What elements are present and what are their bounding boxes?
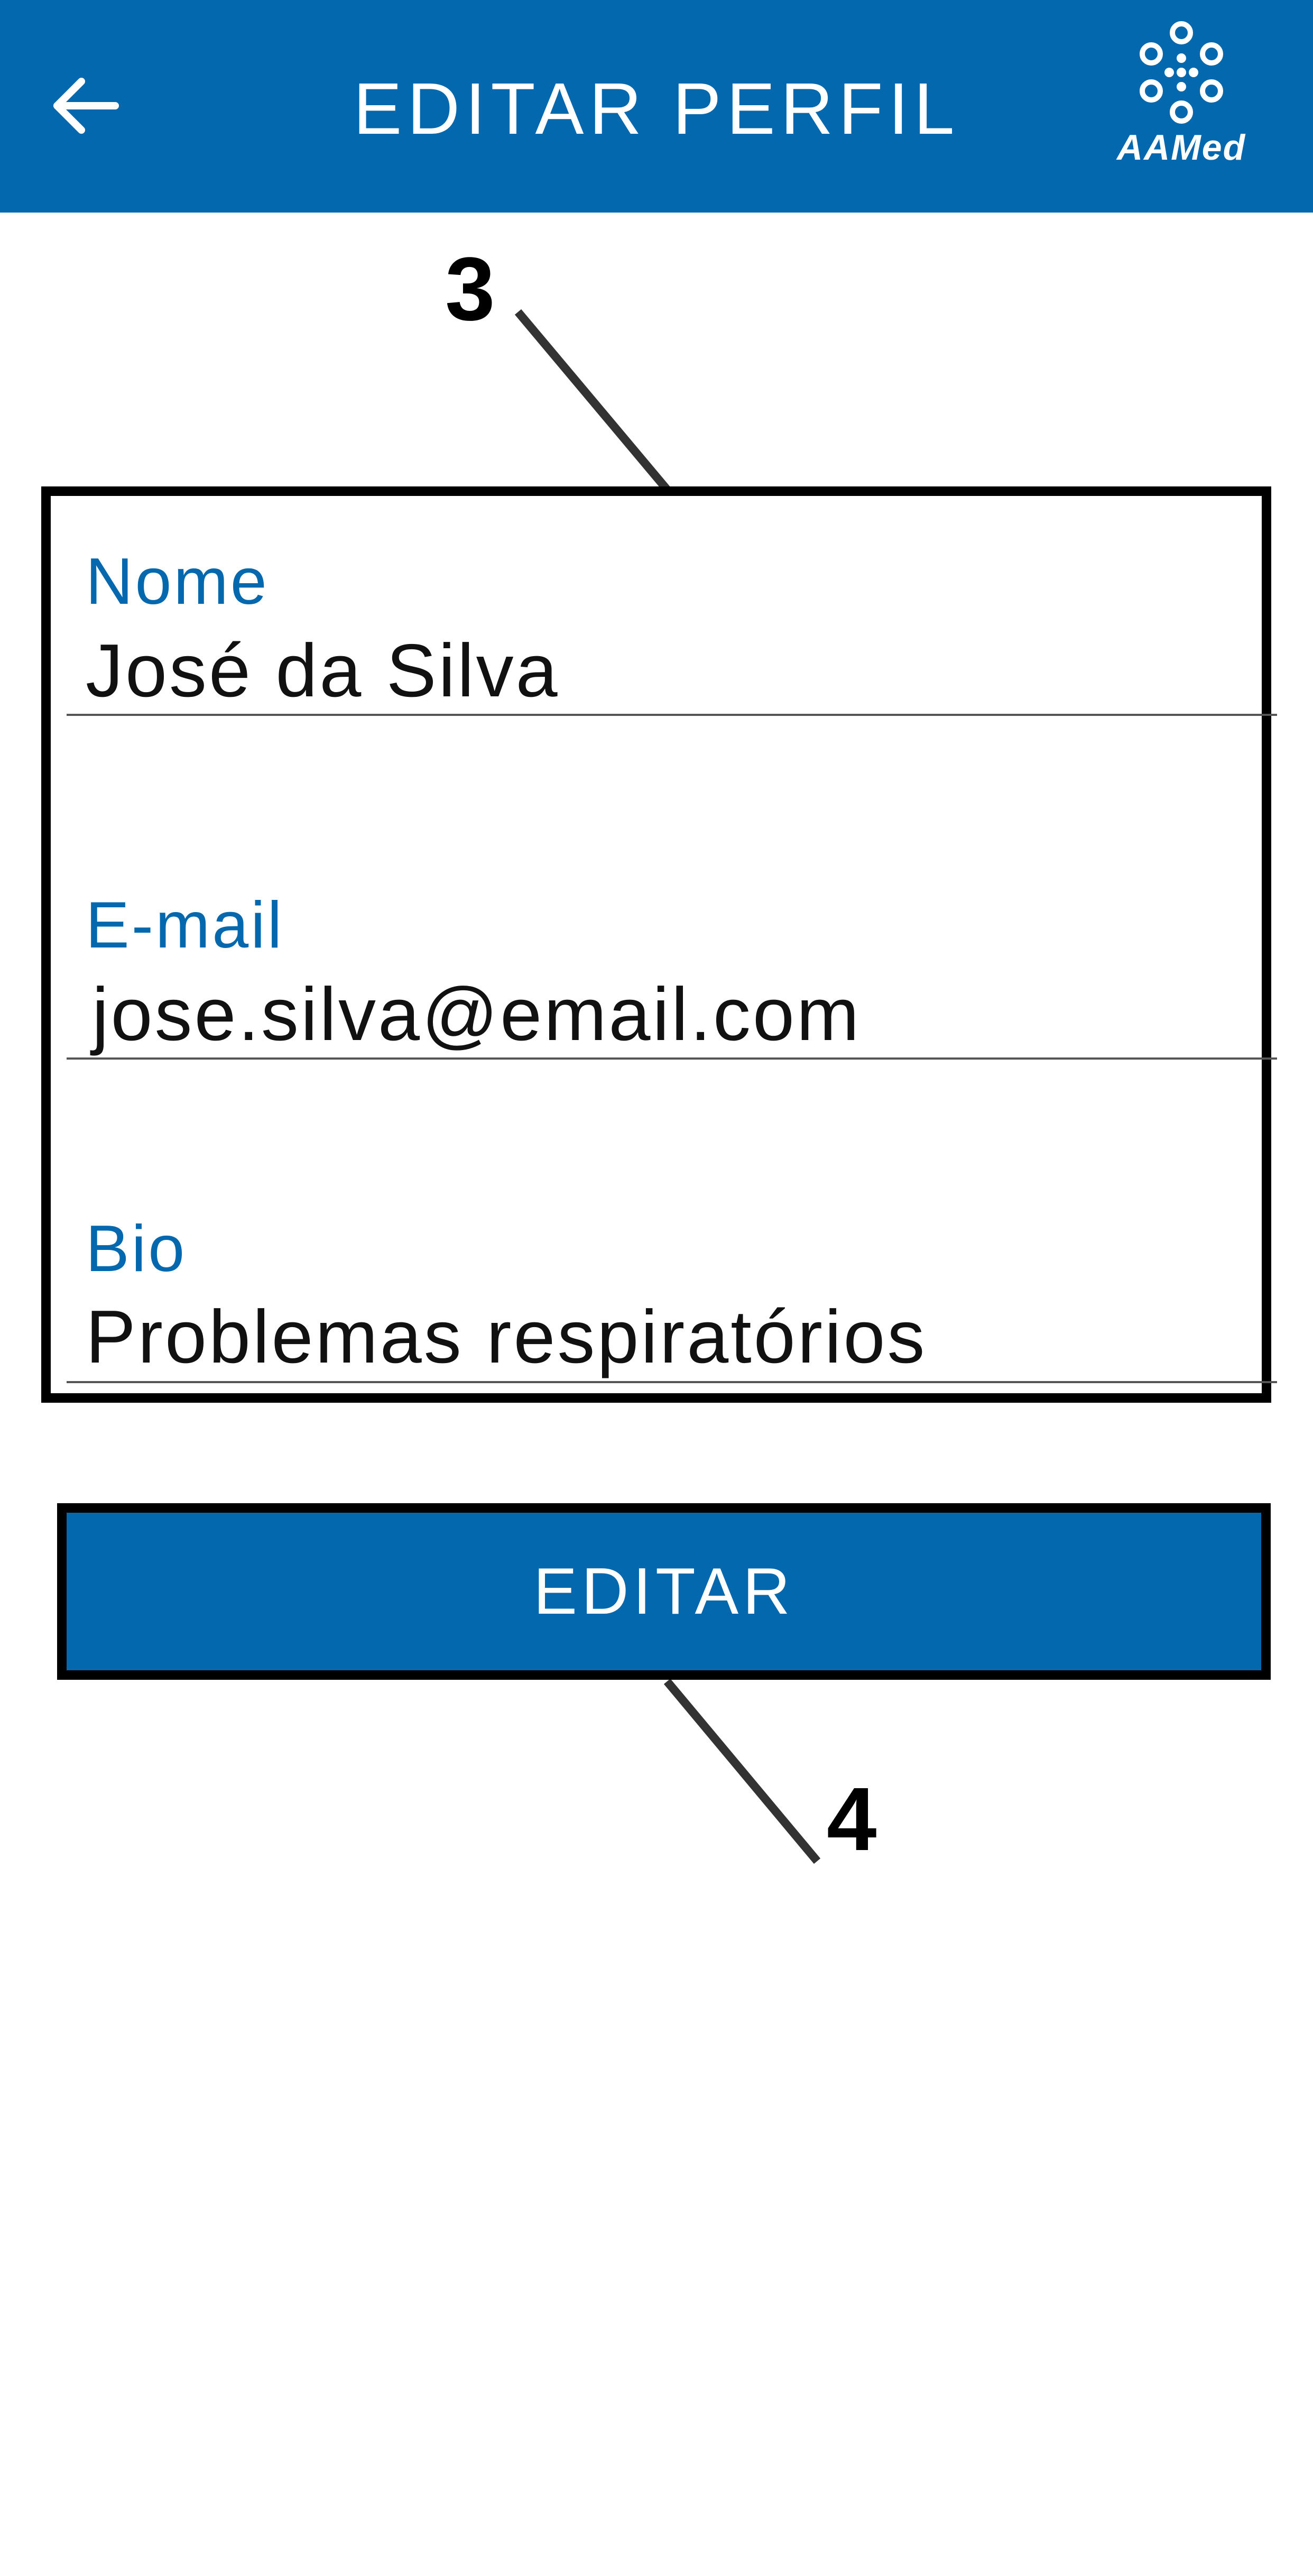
callout-number-4: 4 bbox=[827, 1769, 877, 1870]
name-input[interactable]: José da Silva bbox=[86, 633, 560, 709]
profile-form: Nome José da Silva E-mail jose.silva@ema… bbox=[41, 486, 1277, 1403]
callout-number-3: 3 bbox=[445, 239, 495, 339]
back-button[interactable] bbox=[48, 69, 127, 143]
email-field[interactable]: E-mail jose.silva@email.com bbox=[67, 840, 1277, 1072]
name-underline bbox=[67, 714, 1277, 716]
bio-input[interactable]: Problemas respiratórios bbox=[86, 1300, 927, 1375]
aamed-logo: AAMed bbox=[1105, 21, 1258, 190]
bio-label: Bio bbox=[86, 1212, 187, 1285]
aamed-dots-logo-icon bbox=[1140, 21, 1223, 124]
callout-line-3 bbox=[514, 309, 671, 493]
bio-underline bbox=[67, 1381, 1277, 1383]
arrow-left-icon bbox=[53, 78, 119, 134]
name-label: Nome bbox=[86, 545, 269, 618]
edit-button[interactable]: EDITAR bbox=[57, 1503, 1271, 1680]
email-label: E-mail bbox=[86, 889, 284, 962]
callout-line-4 bbox=[663, 1678, 821, 1864]
app-bar: EDITAR PERFIL AAMed bbox=[0, 0, 1313, 213]
email-underline bbox=[67, 1057, 1277, 1060]
name-field[interactable]: Nome José da Silva bbox=[67, 496, 1277, 729]
edit-profile-screen: EDITAR PERFIL AAMed 3 4 Nome José da Sil… bbox=[0, 0, 1313, 2576]
logo-text: AAMed bbox=[1116, 127, 1246, 168]
bio-field[interactable]: Bio Problemas respiratórios bbox=[67, 1162, 1277, 1395]
email-input[interactable]: jose.silva@email.com bbox=[92, 977, 861, 1052]
